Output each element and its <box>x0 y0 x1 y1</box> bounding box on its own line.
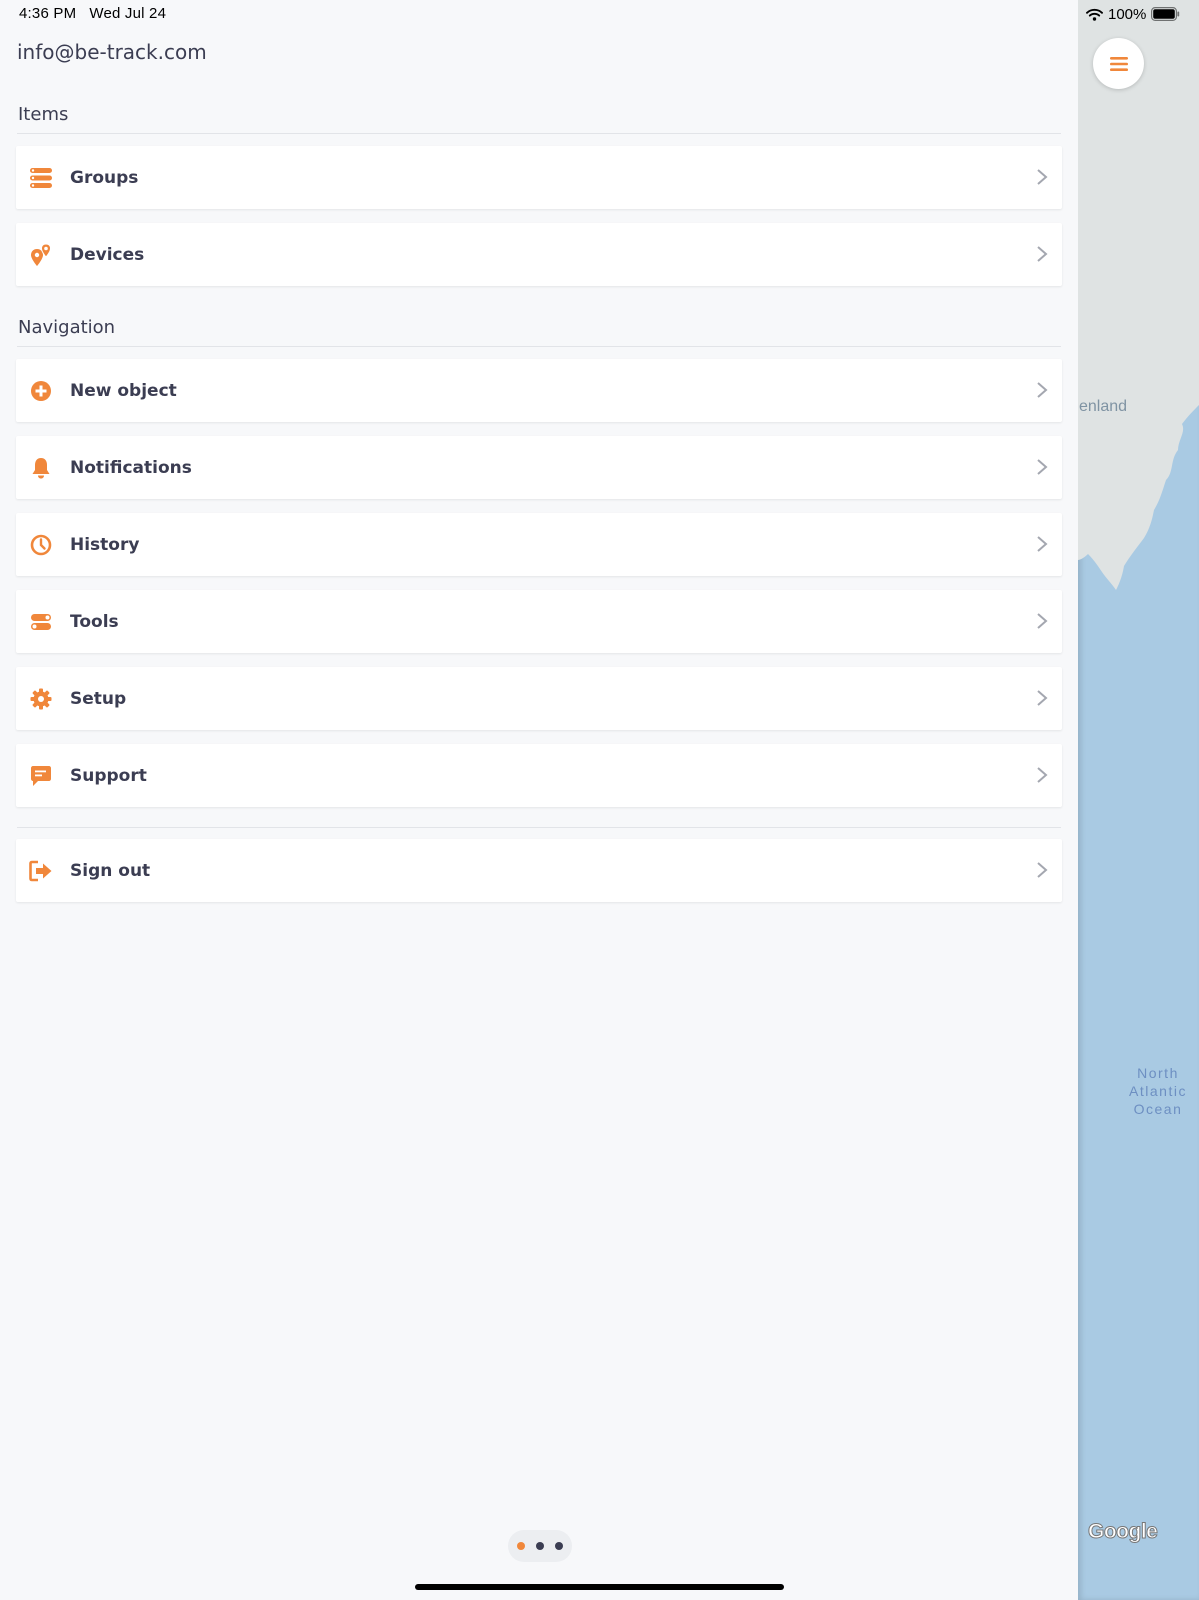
section-title-items: Items <box>18 104 69 125</box>
google-logo: Google <box>1087 1520 1158 1544</box>
battery-percent: 100% <box>1108 5 1147 23</box>
battery-icon <box>1151 7 1180 21</box>
status-indicators: 100% <box>1086 5 1180 23</box>
menu-item-label: Devices <box>70 244 145 265</box>
menu-item-new-object[interactable]: New object <box>16 359 1062 422</box>
toggles-icon <box>29 610 53 634</box>
chevron-right-icon <box>1037 536 1048 552</box>
map-ocean-label-line: Ocean <box>1133 1101 1183 1117</box>
status-clock: 4:36 PM <box>19 5 77 22</box>
map-view[interactable]: enland North Atlantic Ocean Google <box>1078 0 1199 1600</box>
chevron-right-icon <box>1037 246 1048 262</box>
map-ocean-label-line: North <box>1137 1065 1179 1081</box>
menu-item-label: Notifications <box>70 457 192 478</box>
chevron-right-icon <box>1037 169 1048 185</box>
layers-icon <box>29 166 53 190</box>
menu-item-label: Groups <box>70 167 139 188</box>
chevron-right-icon <box>1037 862 1048 878</box>
menu-item-label: Sign out <box>70 860 151 881</box>
chevron-right-icon <box>1037 382 1048 398</box>
page-dot[interactable] <box>536 1542 544 1550</box>
account-email: info@be-track.com <box>17 40 207 64</box>
home-indicator[interactable] <box>415 1584 784 1590</box>
section-divider <box>17 346 1061 347</box>
menu-item-label: New object <box>70 380 177 401</box>
map-ocean-label: North Atlantic Ocean <box>1120 1064 1196 1118</box>
sign-out-icon <box>29 859 53 883</box>
section-title-navigation: Navigation <box>18 317 116 338</box>
chevron-right-icon <box>1037 690 1048 706</box>
chevron-right-icon <box>1037 613 1048 629</box>
clock-icon <box>29 533 53 557</box>
menu-item-setup[interactable]: Setup <box>16 667 1062 730</box>
menu-item-devices[interactable]: Devices <box>16 223 1062 286</box>
chat-icon <box>29 764 53 788</box>
menu-item-tools[interactable]: Tools <box>16 590 1062 653</box>
menu-item-label: History <box>70 534 140 555</box>
section-divider <box>17 133 1061 134</box>
page-dot[interactable] <box>555 1542 563 1550</box>
menu-item-label: Support <box>70 765 147 786</box>
map-landmass <box>1078 0 1199 590</box>
page-indicator <box>508 1530 572 1562</box>
hamburger-menu-button[interactable] <box>1093 38 1144 89</box>
status-date: Wed Jul 24 <box>89 5 167 22</box>
gear-icon <box>29 687 53 711</box>
section-divider <box>17 827 1061 828</box>
menu-item-groups[interactable]: Groups <box>16 146 1062 209</box>
bell-icon <box>29 456 53 480</box>
hamburger-icon <box>1109 56 1128 71</box>
menu-item-label: Tools <box>70 611 119 632</box>
chevron-right-icon <box>1037 767 1048 783</box>
menu-item-label: Setup <box>70 688 127 709</box>
map-land-label: enland <box>1079 398 1128 415</box>
chevron-right-icon <box>1037 459 1048 475</box>
page-dot-active[interactable] <box>517 1542 525 1550</box>
map-ocean-label-line: Atlantic <box>1129 1083 1187 1099</box>
menu-item-sign-out[interactable]: Sign out <box>16 839 1062 902</box>
menu-item-notifications[interactable]: Notifications <box>16 436 1062 499</box>
plus-circle-icon <box>29 379 53 403</box>
menu-item-history[interactable]: History <box>16 513 1062 576</box>
wifi-icon <box>1086 8 1103 21</box>
status-time: 4:36 PM Wed Jul 24 <box>19 5 166 22</box>
menu-item-support[interactable]: Support <box>16 744 1062 807</box>
map-pins-icon <box>29 242 53 267</box>
